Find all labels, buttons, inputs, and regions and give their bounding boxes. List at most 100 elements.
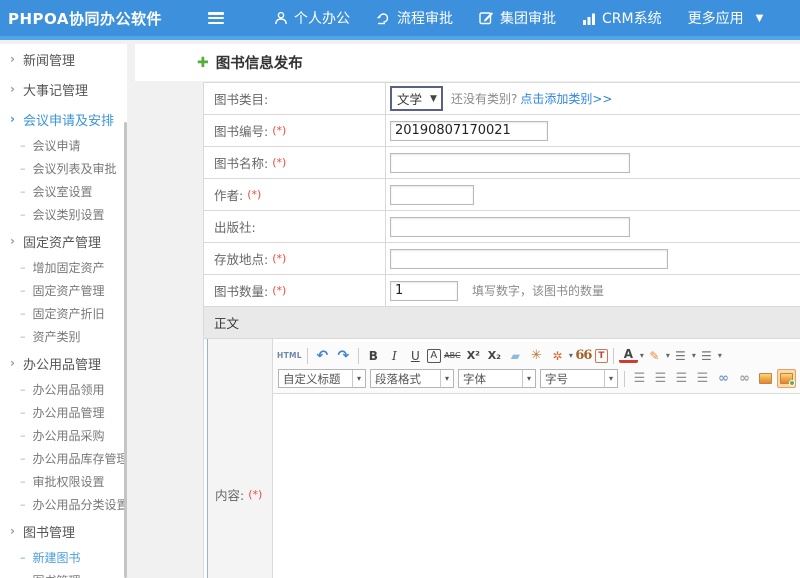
sidebar-item-add-fixed-asset[interactable]: – 增加固定资产 bbox=[0, 256, 127, 279]
dash-icon: – bbox=[20, 452, 26, 465]
location-input[interactable] bbox=[390, 249, 668, 269]
dash-icon: – bbox=[20, 475, 26, 488]
font-family-select[interactable]: 字体 ▾ bbox=[458, 369, 536, 388]
quantity-hint: 填写数字，该图书的数量 bbox=[472, 282, 604, 299]
sidebar-group-news[interactable]: › 新闻管理 bbox=[0, 44, 127, 74]
sidebar-group-meeting[interactable]: › 会议申请及安排 bbox=[0, 104, 127, 134]
superscript-icon[interactable]: X² bbox=[464, 346, 483, 365]
html-source-button[interactable]: HTML bbox=[277, 346, 302, 365]
font-size-select[interactable]: 字号 ▾ bbox=[540, 369, 618, 388]
char-border-icon[interactable]: A bbox=[427, 349, 441, 363]
sidebar-item-supplies-claim[interactable]: – 办公用品领用 bbox=[0, 378, 127, 401]
location-label: 存放地点: bbox=[214, 249, 268, 268]
sidebar-item-meeting-list-approval[interactable]: – 会议列表及审批 bbox=[0, 157, 127, 180]
nav-crm-system[interactable]: CRM系统 bbox=[582, 8, 662, 28]
sidebar-item-meeting-room-setting[interactable]: – 会议室设置 bbox=[0, 180, 127, 203]
required-mark: (*) bbox=[272, 156, 286, 169]
sidebar-item-fixed-asset-manage[interactable]: – 固定资产管理 bbox=[0, 279, 127, 302]
sidebar-item-approval-permission[interactable]: – 审批权限设置 bbox=[0, 470, 127, 493]
app-title: PHPOA协同办公软件 bbox=[8, 8, 162, 29]
sidebar-group-office-supplies[interactable]: › 办公用品管理 bbox=[0, 348, 127, 378]
strikethrough-icon[interactable]: ABC bbox=[443, 346, 462, 365]
align-left-icon[interactable]: ☰ bbox=[630, 369, 649, 388]
sidebar-item-asset-category[interactable]: – 资产类别 bbox=[0, 325, 127, 348]
highlight-color-icon[interactable]: ✎ bbox=[645, 346, 664, 365]
align-right-icon[interactable]: ☰ bbox=[672, 369, 691, 388]
caret-down-icon: ▾ bbox=[604, 370, 617, 387]
caret-down-icon[interactable]: ▼ bbox=[756, 13, 764, 24]
toolbar-separator bbox=[358, 348, 359, 364]
book-name-label: 图书名称: bbox=[214, 153, 268, 172]
caret-down-icon[interactable]: ▾ bbox=[569, 351, 573, 360]
unlink-icon[interactable]: ∞ bbox=[735, 369, 754, 388]
upload-image-icon[interactable] bbox=[777, 369, 796, 388]
caret-down-icon[interactable]: ▾ bbox=[640, 351, 644, 360]
sidebar-group-memorabilia[interactable]: › 大事记管理 bbox=[0, 74, 127, 104]
paste-text-icon[interactable]: T bbox=[595, 349, 608, 363]
paragraph-format-select[interactable]: 段落格式 ▾ bbox=[370, 369, 454, 388]
form-row-publisher: 出版社: bbox=[204, 211, 800, 243]
dash-icon: – bbox=[20, 307, 26, 320]
editor-content-area[interactable] bbox=[273, 394, 800, 578]
sidebar-item-supplies-manage[interactable]: – 办公用品管理 bbox=[0, 401, 127, 424]
sidebar-item-meeting-apply[interactable]: – 会议申请 bbox=[0, 134, 127, 157]
link-icon[interactable]: ∞ bbox=[714, 369, 733, 388]
flow-approval-icon bbox=[376, 11, 391, 25]
eraser-icon[interactable]: ▰ bbox=[506, 346, 525, 365]
align-justify-icon[interactable]: ☰ bbox=[693, 369, 712, 388]
editor-toolbar-row2: 自定义标题 ▾ 段落格式 ▾ 字体 ▾ bbox=[276, 367, 797, 390]
caret-down-icon[interactable]: ▾ bbox=[692, 351, 696, 360]
align-center-icon[interactable]: ☰ bbox=[651, 369, 670, 388]
bold-icon[interactable]: B bbox=[364, 346, 383, 365]
dash-icon: – bbox=[20, 162, 26, 175]
clear-format-icon[interactable]: ✳ bbox=[527, 346, 546, 365]
add-category-link[interactable]: 点击添加类别>> bbox=[520, 90, 612, 107]
sidebar-group-books[interactable]: › 图书管理 bbox=[0, 516, 127, 546]
book-no-input[interactable] bbox=[390, 121, 548, 141]
unordered-list-icon[interactable]: ☰ bbox=[697, 346, 716, 365]
sidebar-item-fixed-asset-depreciation[interactable]: – 固定资产折旧 bbox=[0, 302, 127, 325]
underline-icon[interactable]: U bbox=[406, 346, 425, 365]
book-name-input[interactable] bbox=[390, 153, 630, 173]
form-row-quantity: 图书数量: (*) 填写数字，该图书的数量 bbox=[204, 275, 800, 307]
blockquote-icon[interactable]: 66 bbox=[574, 346, 593, 365]
sidebar-item-meeting-category-setting[interactable]: – 会议类别设置 bbox=[0, 203, 127, 226]
content-label: 内容: bbox=[215, 485, 244, 504]
publisher-input[interactable] bbox=[390, 217, 630, 237]
sidebar-item-new-book[interactable]: – 新建图书 bbox=[0, 546, 127, 569]
sidebar-group-fixed-assets[interactable]: › 固定资产管理 bbox=[0, 226, 127, 256]
nav-flow-approval[interactable]: 流程审批 bbox=[376, 8, 453, 28]
form-row-book-name: 图书名称: (*) bbox=[204, 147, 800, 179]
sidebar-item-supplies-inventory[interactable]: – 办公用品库存管理 bbox=[0, 447, 127, 470]
format-painter-icon[interactable]: ✲ bbox=[548, 346, 567, 365]
font-color-icon[interactable]: A bbox=[619, 348, 638, 363]
chevron-right-icon: › bbox=[10, 234, 15, 248]
top-nav: 个人办公 流程审批 集团审批 CRM系统 更多应用 bbox=[248, 8, 763, 28]
top-bar: PHPOA协同办公软件 个人办公 流程审批 集团审批 bbox=[0, 0, 800, 40]
author-label: 作者: bbox=[214, 185, 243, 204]
italic-icon[interactable]: I bbox=[385, 346, 404, 365]
category-select[interactable]: 文学 ▼ bbox=[390, 86, 443, 111]
sidebar-item-supplies-purchase[interactable]: – 办公用品采购 bbox=[0, 424, 127, 447]
page-header: ✚ 图书信息发布 bbox=[135, 44, 800, 81]
form-row-book-no: 图书编号: (*) bbox=[204, 115, 800, 147]
caret-down-icon[interactable]: ▾ bbox=[666, 351, 670, 360]
redo-icon[interactable]: ↷ bbox=[334, 346, 353, 365]
sidebar-item-supplies-classification[interactable]: – 办公用品分类设置 bbox=[0, 493, 127, 516]
quantity-input[interactable] bbox=[390, 281, 458, 301]
caret-down-icon[interactable]: ▾ bbox=[718, 351, 722, 360]
caret-down-icon: ▼ bbox=[430, 94, 437, 104]
nav-personal-office[interactable]: 个人办公 bbox=[274, 8, 350, 28]
author-input[interactable] bbox=[390, 185, 474, 205]
app-window: PHPOA协同办公软件 个人办公 流程审批 集团审批 bbox=[0, 0, 800, 578]
nav-group-approval[interactable]: 集团审批 bbox=[479, 8, 556, 28]
dash-icon: – bbox=[20, 406, 26, 419]
custom-title-select[interactable]: 自定义标题 ▾ bbox=[278, 369, 366, 388]
ordered-list-icon[interactable]: ☰ bbox=[671, 346, 690, 365]
insert-image-icon[interactable] bbox=[756, 369, 775, 388]
subscript-icon[interactable]: X₂ bbox=[485, 346, 504, 365]
sidebar-item-book-manage[interactable]: – 图书管理 bbox=[0, 569, 127, 578]
menu-icon[interactable] bbox=[208, 12, 224, 24]
nav-more-apps[interactable]: 更多应用 bbox=[688, 8, 744, 28]
undo-icon[interactable]: ↶ bbox=[313, 346, 332, 365]
